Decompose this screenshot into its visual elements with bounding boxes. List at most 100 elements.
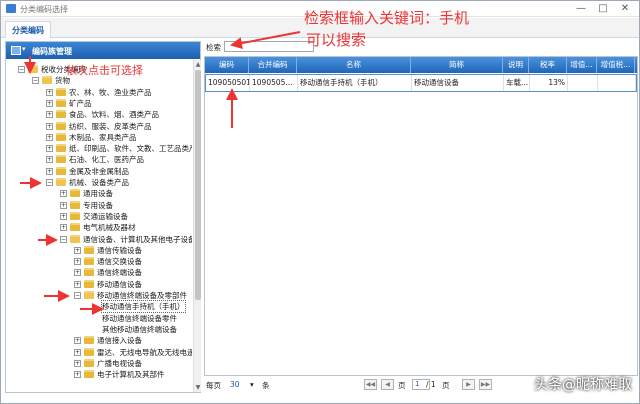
tab-classification-code[interactable]: 分类编码: [5, 21, 51, 38]
table-cell: [568, 75, 598, 91]
expand-icon[interactable]: +: [46, 122, 53, 130]
expand-icon[interactable]: +: [74, 348, 81, 356]
tree-note: 依次点击可选择: [66, 64, 143, 77]
expand-icon[interactable]: +: [74, 258, 81, 266]
column-header[interactable]: 编码: [205, 57, 249, 73]
search-note-line1: 检索框输入关键词：手机: [304, 9, 470, 27]
tree-node-label: 矿产品: [69, 98, 92, 108]
scroll-thumb[interactable]: [195, 70, 201, 300]
table-cell: 移动通信手持机（手机）: [298, 75, 412, 91]
expand-icon[interactable]: +: [46, 156, 53, 164]
expand-icon[interactable]: +: [74, 371, 81, 379]
table-cell: 车载...: [504, 75, 530, 91]
tree-node-label: 通信终端设备: [97, 268, 142, 278]
column-header[interactable]: 增值税...: [597, 57, 635, 73]
folder-icon: [84, 347, 94, 356]
collapse-icon[interactable]: −: [46, 179, 53, 186]
collapse-icon[interactable]: −: [18, 66, 25, 73]
folder-icon: [56, 166, 66, 175]
maximize-button[interactable]: □: [595, 2, 611, 15]
watermark: 头条@昵称难取: [534, 377, 632, 393]
search-input[interactable]: [224, 41, 314, 52]
tree-node-label: 机械、设备类产品: [69, 178, 129, 187]
close-button[interactable]: ✕: [617, 2, 633, 15]
folder-icon: [56, 87, 66, 96]
folder-icon: [70, 211, 80, 220]
folder-icon: [56, 121, 66, 130]
search-note-line2: 可以搜索: [306, 31, 367, 49]
minimize-button[interactable]: —: [573, 2, 589, 15]
next-page-icon[interactable]: ▶: [462, 379, 475, 390]
expand-icon[interactable]: +: [74, 359, 81, 367]
tree-node-label: 通用设备: [83, 189, 113, 199]
folder-icon: [70, 234, 80, 243]
folder-icon: [56, 132, 66, 141]
tree-node-label: 交通运输设备: [83, 211, 128, 221]
tree-node-label: 金属及非金属制品: [69, 166, 129, 176]
folder-icon: [56, 155, 66, 164]
column-header[interactable]: 增值...: [567, 57, 597, 73]
page-label: 页: [398, 381, 406, 390]
expand-icon[interactable]: +: [46, 88, 53, 96]
prev-page-icon[interactable]: ◀: [381, 379, 394, 390]
expand-icon[interactable]: +: [46, 111, 53, 119]
folder-icon: [84, 370, 94, 379]
table-row[interactable]: 109050501 1090505... 移动通信手持机（手机） 移动通信设备 车载..…: [205, 74, 637, 92]
expand-icon[interactable]: +: [60, 212, 67, 220]
expand-icon[interactable]: +: [60, 201, 67, 209]
expand-icon[interactable]: +: [60, 224, 67, 232]
column-header[interactable]: 说明: [503, 57, 529, 73]
expand-icon[interactable]: +: [60, 190, 67, 198]
per-page-unit: 条: [262, 381, 270, 390]
tree-node-label: 农、林、牧、渔业类产品: [69, 87, 152, 97]
expand-icon[interactable]: +: [74, 337, 81, 345]
app-window: 分类编码选择 — □ ✕ 分类编码 ▾ 编码族管理 − 税收分类编码 − 货物 + 农、林…: [0, 0, 640, 404]
tree-node-label: 纺织、服装、皮革类产品: [69, 121, 152, 131]
table-cell: 13%: [530, 75, 568, 91]
expand-icon[interactable]: +: [46, 145, 53, 153]
folder-icon: [70, 189, 80, 198]
expand-icon[interactable]: +: [74, 246, 81, 254]
collapse-icon[interactable]: −: [60, 235, 67, 243]
tree-node-label: 纸、印刷品、软件、文教、工艺品类产品: [69, 144, 192, 154]
expand-icon[interactable]: +: [74, 269, 81, 277]
search-label: 检索: [206, 43, 221, 52]
panel-title: 编码族管理: [32, 47, 72, 56]
column-header[interactable]: 税率: [529, 57, 567, 73]
panel-header: ▾ 编码族管理: [6, 42, 200, 59]
tree-node-label: 石油、化工、医药产品: [69, 155, 144, 165]
column-header[interactable]: 简称: [411, 57, 503, 73]
column-header[interactable]: 合并编码: [249, 57, 297, 73]
collapse-icon[interactable]: −: [32, 77, 39, 85]
tree-icon: [11, 46, 21, 55]
chevron-down-icon[interactable]: ▾: [22, 45, 26, 53]
first-page-icon[interactable]: ◀◀: [364, 379, 377, 390]
per-page-dropdown-icon[interactable]: ▾: [250, 380, 254, 389]
expand-icon[interactable]: +: [46, 167, 53, 175]
grid-header: 编码 合并编码 名称 简称 说明 税率 增值... 增值税...: [205, 57, 637, 73]
tree-node-label: 专用设备: [83, 200, 113, 210]
expand-icon[interactable]: +: [74, 280, 81, 288]
folder-icon: [84, 336, 94, 345]
table-cell: 移动通信设备: [412, 75, 504, 91]
collapse-icon[interactable]: −: [74, 292, 81, 299]
expand-icon[interactable]: +: [46, 99, 53, 107]
expand-icon[interactable]: +: [46, 133, 53, 141]
folder-icon: [56, 178, 66, 186]
scroll-up-icon[interactable]: ▲: [194, 60, 202, 69]
folder-icon: [84, 245, 94, 254]
tree-node-label: 木制品、家具类产品: [69, 132, 137, 142]
tree-scrollbar[interactable]: ▲ ▼: [193, 60, 201, 392]
page-suffix: 页: [442, 381, 450, 390]
last-page-icon[interactable]: ▶▶: [479, 379, 492, 390]
tree-node-label: 其他移动通信终端设备: [102, 324, 177, 334]
folder-icon: [84, 257, 94, 266]
per-page-label: 每页: [206, 381, 221, 390]
result-panel: 检索 编码 合并编码 名称 简称 说明 税率 增值... 增值税... 109050501 10…: [204, 41, 638, 393]
column-header[interactable]: 名称: [297, 57, 411, 73]
tree-node-label: 雷达、无线电导航及无线电遥控: [97, 347, 192, 357]
folder-icon: [56, 110, 66, 119]
per-page-value[interactable]: 30: [230, 380, 240, 389]
scroll-down-icon[interactable]: ▼: [194, 383, 202, 392]
result-grid: 编码 合并编码 名称 简称 说明 税率 增值... 增值税... 109050501 10905…: [204, 56, 638, 376]
